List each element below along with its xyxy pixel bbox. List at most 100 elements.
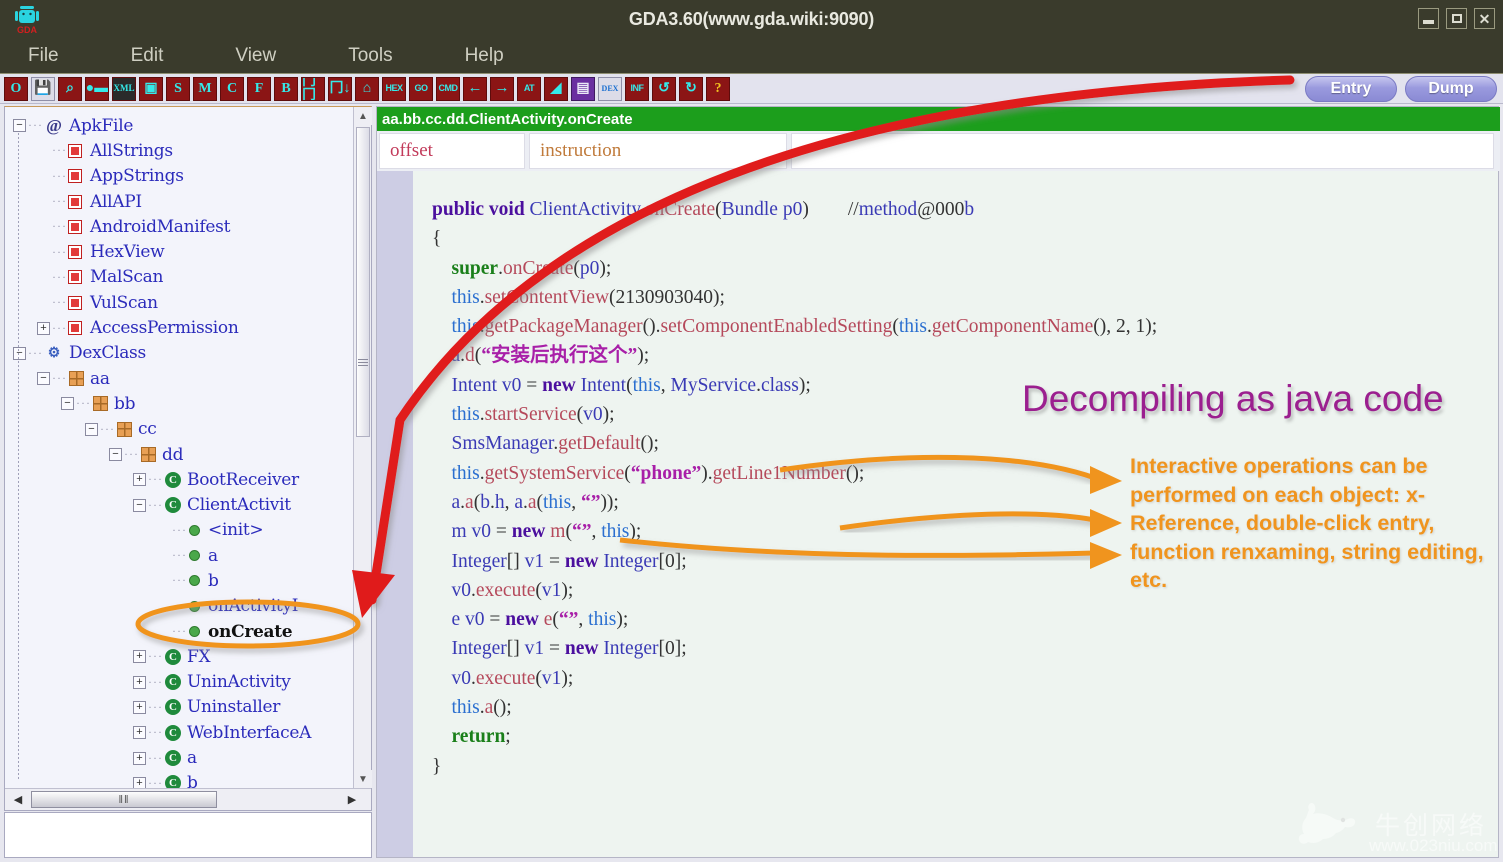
menu-item-tools[interactable]: Tools	[338, 45, 402, 67]
forward-button[interactable]: →	[490, 76, 514, 101]
collapse-icon[interactable]: −	[133, 498, 146, 512]
tree-node[interactable]: − ··· cc	[11, 417, 353, 442]
inf-button[interactable]: INF	[625, 76, 649, 101]
expand-icon[interactable]: +	[37, 321, 50, 335]
code-line[interactable]: {	[432, 224, 1498, 253]
map-button[interactable]: ◢	[544, 76, 568, 101]
method-name[interactable]: execute	[476, 668, 536, 689]
menu-item-view[interactable]: View	[225, 45, 286, 67]
method-name[interactable]: getLine1Number	[713, 463, 846, 484]
method-name[interactable]: m	[550, 521, 565, 542]
column-tab-instruction[interactable]: instruction	[529, 133, 787, 169]
method-name[interactable]: setComponentEnabledSetting	[661, 316, 893, 337]
method-name[interactable]: a	[465, 492, 474, 513]
expand-icon[interactable]: +	[133, 650, 146, 664]
code-line[interactable]: Intent v0 = new Intent(this, MyService.c…	[432, 371, 1498, 400]
column-tab-extra[interactable]	[791, 133, 1494, 169]
maximize-button[interactable]	[1446, 8, 1467, 29]
refresh-button[interactable]: ↺	[652, 76, 676, 101]
at-button[interactable]: AT	[517, 76, 541, 101]
tree-vscroll-thumb[interactable]	[356, 127, 370, 437]
code-line[interactable]: this.a();	[432, 693, 1498, 722]
tree-node[interactable]: − ··· @ ApkFile	[11, 113, 353, 138]
save-button[interactable]: 💾	[31, 76, 55, 101]
method-name[interactable]: d	[465, 345, 475, 366]
tree-node[interactable]: ··· onActivityI	[11, 594, 353, 619]
tree-node[interactable]: ··· VulScan	[11, 290, 353, 315]
tree-node[interactable]: − ··· aa	[11, 366, 353, 391]
tree-node[interactable]: ··· MalScan	[11, 265, 353, 290]
code-line[interactable]: this.getSystemService(“phone”).getLine1N…	[432, 459, 1498, 488]
tree-button[interactable]: ⌂	[355, 76, 379, 101]
class-button[interactable]: C	[220, 76, 244, 101]
code-line[interactable]: super.onCreate(p0);	[432, 254, 1498, 283]
menu-item-edit[interactable]: Edit	[121, 45, 174, 67]
tree-node[interactable]: + ··· C BootReceiver	[11, 467, 353, 492]
expand-all-button[interactable]: 冂冂	[301, 76, 325, 101]
code-line[interactable]: return;	[432, 722, 1498, 751]
tree-node[interactable]: + ··· Ca	[11, 745, 353, 770]
tree-scroll-up-button[interactable]: ▲	[354, 107, 372, 125]
manifest-button[interactable]: M	[193, 76, 217, 101]
method-name[interactable]: onCreate	[645, 199, 715, 220]
android-button[interactable]: ▣	[139, 76, 163, 101]
compare-button[interactable]: ●▬	[85, 76, 109, 101]
tree-node[interactable]: + ··· C Uninstaller	[11, 695, 353, 720]
tree-node[interactable]: ··· AllAPI	[11, 189, 353, 214]
open-apk-button[interactable]: O	[4, 76, 28, 101]
collapse-icon[interactable]: −	[109, 448, 122, 461]
tree-node[interactable]: ··· AndroidManifest	[11, 214, 353, 239]
tree-node[interactable]: − ··· dd	[11, 442, 353, 467]
hex-button[interactable]: HEX	[382, 76, 406, 101]
tree-node[interactable]: + ··· C WebInterfaceA	[11, 720, 353, 745]
tree-node[interactable]: + ··· C UninActivity	[11, 670, 353, 695]
tree-node[interactable]: + ··· C FX	[11, 644, 353, 669]
tree-node-selected[interactable]: ··· onCreate	[11, 619, 353, 644]
tree-scroll-down-button[interactable]: ▼	[354, 770, 372, 788]
tree-node[interactable]: − ··· C ClientActivit	[11, 492, 353, 517]
tree-node[interactable]: ··· AllStrings	[11, 138, 353, 163]
code-line[interactable]: this.getPackageManager().setComponentEna…	[432, 312, 1498, 341]
code-line[interactable]: this.startService(v0);	[432, 400, 1498, 429]
expand-icon[interactable]: +	[133, 700, 146, 714]
tree-scroll-right-button[interactable]: ▶	[341, 789, 363, 810]
method-name[interactable]: startService	[485, 404, 577, 425]
decompiled-code[interactable]: public void ClientActivity.onCreate(Bund…	[414, 171, 1498, 857]
expand-icon[interactable]: +	[133, 473, 146, 487]
xml-button[interactable]: XML	[112, 76, 136, 101]
close-button[interactable]: ✕	[1474, 8, 1495, 29]
tree-horizontal-scrollbar[interactable]: ◀ ‖‖ ▶	[5, 788, 371, 810]
code-line[interactable]: a.a(b.h, a.a(this, “”));	[432, 488, 1498, 517]
menu-item-help[interactable]: Help	[455, 45, 514, 67]
collapse-icon[interactable]: −	[85, 422, 98, 436]
tree-node[interactable]: ··· <init>	[11, 518, 353, 543]
back-button[interactable]: ←	[463, 76, 487, 101]
code-line[interactable]: public void ClientActivity.onCreate(Bund…	[432, 195, 1498, 224]
tree-scroll-left-button[interactable]: ◀	[7, 789, 29, 810]
tree-node[interactable]: + ··· AccessPermission	[11, 315, 353, 340]
code-line[interactable]: v0.execute(v1);	[432, 664, 1498, 693]
method-name[interactable]: setContentView	[485, 287, 609, 308]
column-tab-offset[interactable]: offset	[379, 133, 525, 169]
code-line[interactable]: SmsManager.getDefault();	[432, 429, 1498, 458]
expand-icon[interactable]: +	[133, 751, 146, 765]
code-line[interactable]: a.d(“安装后执行这个”);	[432, 341, 1498, 370]
method-name[interactable]: a	[485, 697, 494, 718]
minimize-button[interactable]	[1418, 8, 1439, 29]
field-button[interactable]: F	[247, 76, 271, 101]
tree-node[interactable]: ··· b	[11, 568, 353, 593]
code-line[interactable]: e v0 = new e(“”, this);	[432, 605, 1498, 634]
collapse-all-button[interactable]: 冂↓	[328, 76, 352, 101]
code-line[interactable]: }	[432, 752, 1498, 781]
tree-scroll-area[interactable]: − ··· @ ApkFile ··· AllStrings ··· AppStrings ··…	[5, 107, 353, 788]
tree-node[interactable]: ··· a	[11, 543, 353, 568]
code-line[interactable]: v0.execute(v1);	[432, 576, 1498, 605]
bytecode-button[interactable]: B	[274, 76, 298, 101]
method-name[interactable]: getSystemService	[485, 463, 625, 484]
tree-node[interactable]: − ··· ⚙ DexClass	[11, 341, 353, 366]
dex-button[interactable]: DEX	[598, 76, 622, 101]
code-line[interactable]: this.setContentView(2130903040);	[432, 283, 1498, 312]
method-name[interactable]: onCreate	[503, 258, 573, 279]
undo-button[interactable]: ↻	[679, 76, 703, 101]
note-button[interactable]: ▤	[571, 76, 595, 101]
